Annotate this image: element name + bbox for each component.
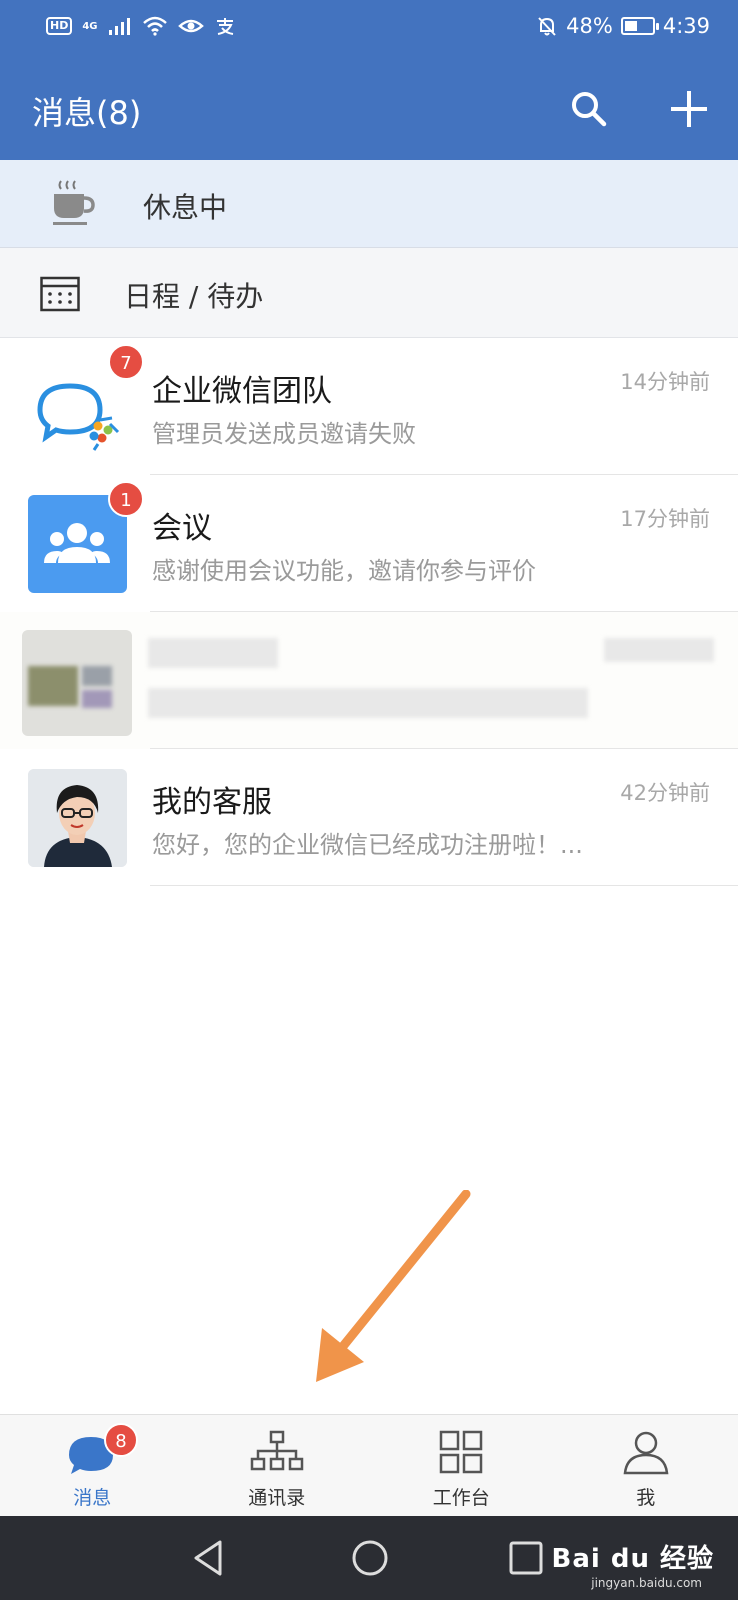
baidu-watermark-url: jingyan.baidu.com bbox=[591, 1576, 702, 1590]
wifi-icon bbox=[142, 16, 167, 36]
blurred-time bbox=[604, 638, 714, 662]
status-icons-right: 48% 4:39 bbox=[536, 14, 710, 38]
conversation-name: 会议 bbox=[152, 511, 212, 546]
tab-me[interactable]: 我 bbox=[554, 1415, 738, 1516]
tab-label: 通讯录 bbox=[248, 1487, 306, 1509]
conversation-name: 企业微信团队 bbox=[152, 374, 332, 409]
plus-icon[interactable] bbox=[666, 86, 712, 132]
battery-icon bbox=[620, 17, 659, 35]
conversation-item-blurred[interactable] bbox=[0, 612, 738, 749]
conversation-item-meeting[interactable]: 1 会议 17分钟前 感谢使用会议功能，邀请你参与评价 bbox=[0, 475, 738, 612]
customer-service-avatar bbox=[28, 769, 127, 867]
schedule-todo-label: 日程 / 待办 bbox=[124, 280, 264, 313]
mute-bell-icon bbox=[538, 17, 556, 36]
unread-badge: 8 bbox=[104, 1423, 138, 1457]
back-icon[interactable] bbox=[190, 1538, 230, 1578]
conversation-time: 14分钟前 bbox=[620, 370, 710, 394]
tab-label: 我 bbox=[636, 1487, 656, 1509]
conversation-time: 17分钟前 bbox=[620, 507, 710, 531]
schedule-todo-row[interactable]: 日程 / 待办 bbox=[0, 248, 738, 338]
blurred-preview bbox=[148, 688, 588, 718]
battery-percent: 48% bbox=[566, 14, 613, 38]
status-icons-left: HD 4G bbox=[46, 16, 236, 36]
tab-workbench[interactable]: 工作台 bbox=[369, 1415, 554, 1516]
signal-icon bbox=[108, 18, 130, 35]
blurred-avatar bbox=[22, 630, 132, 736]
blurred-name bbox=[148, 638, 278, 668]
unread-badge: 7 bbox=[108, 344, 144, 380]
search-icon[interactable] bbox=[566, 86, 612, 132]
conversation-preview: 管理员发送成员邀请失败 bbox=[152, 420, 416, 448]
page-title: 消息(8) bbox=[32, 94, 142, 132]
tab-label: 消息 bbox=[73, 1487, 112, 1509]
person-icon bbox=[623, 1431, 669, 1475]
tab-messages[interactable]: 8 消息 bbox=[0, 1415, 185, 1516]
baidu-watermark: Bai du 经验 bbox=[551, 1544, 714, 1574]
hd-icon: HD bbox=[46, 17, 73, 35]
unread-badge: 1 bbox=[108, 481, 144, 517]
eye-icon bbox=[177, 19, 204, 33]
conversation-preview: 您好，您的企业微信已经成功注册啦！... bbox=[152, 831, 583, 859]
conversation-time: 42分钟前 bbox=[620, 781, 710, 805]
rest-status-banner[interactable]: 休息中 bbox=[0, 160, 738, 248]
title-bar: 消息(8) bbox=[0, 62, 738, 160]
tab-label: 工作台 bbox=[432, 1487, 490, 1509]
system-nav-bar: Bai du 经验 jingyan.baidu.com bbox=[0, 1516, 738, 1600]
status-bar: HD 4G 48% 4:39 bbox=[0, 0, 738, 62]
home-icon[interactable] bbox=[350, 1538, 390, 1578]
conversation-item-customer-service[interactable]: 我的客服 42分钟前 您好，您的企业微信已经成功注册啦！... bbox=[0, 749, 738, 886]
bottom-tab-bar: 8 消息 通讯录 工作台 我 bbox=[0, 1414, 738, 1516]
clock: 4:39 bbox=[662, 14, 710, 38]
conversation-name: 我的客服 bbox=[152, 785, 272, 820]
coffee-cup-icon bbox=[53, 180, 95, 225]
rest-status-label: 休息中 bbox=[143, 191, 228, 224]
conversation-item-wecom-team[interactable]: 7 企业微信团队 14分钟前 管理员发送成员邀请失败 bbox=[0, 338, 738, 475]
alipay-icon bbox=[216, 18, 233, 35]
divider bbox=[150, 885, 738, 886]
recents-icon[interactable] bbox=[506, 1538, 546, 1578]
grid-icon bbox=[440, 1430, 483, 1474]
network-type: 4G bbox=[82, 20, 98, 32]
org-chart-icon bbox=[250, 1430, 303, 1471]
calendar-icon bbox=[40, 276, 80, 312]
conversation-preview: 感谢使用会议功能，邀请你参与评价 bbox=[152, 557, 536, 585]
annotation-arrow-icon bbox=[316, 1190, 471, 1382]
tab-contacts[interactable]: 通讯录 bbox=[185, 1415, 370, 1516]
